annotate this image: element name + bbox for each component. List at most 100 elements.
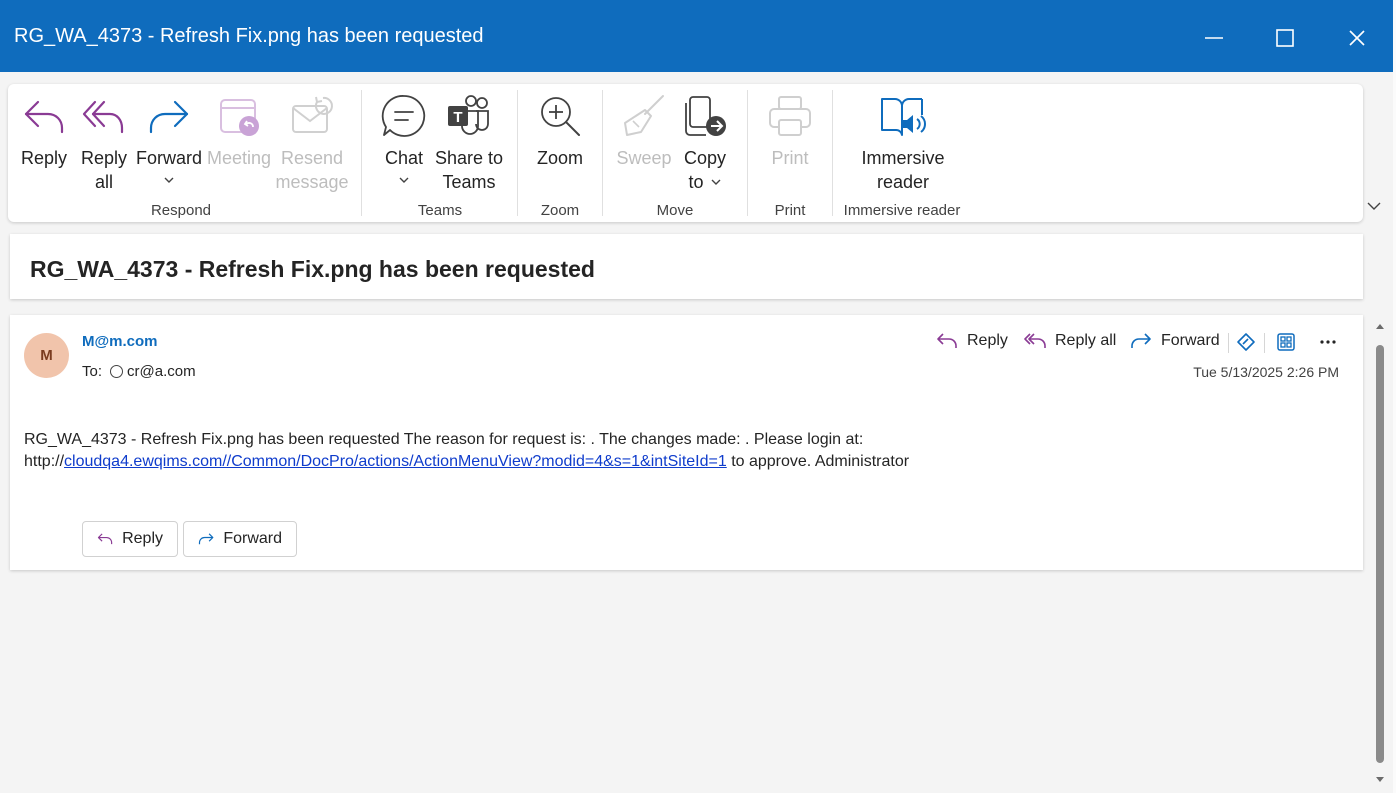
header-reply-all-label: Reply all (1055, 332, 1117, 349)
header-reply-label: Reply (967, 332, 1008, 349)
teams-icon: T (445, 92, 493, 140)
ribbon-expand-chevron-icon[interactable] (1366, 198, 1382, 214)
ribbon-resend-label-1: Resend (280, 148, 344, 168)
group-label-teams: Teams (417, 202, 463, 219)
forward-icon (145, 92, 193, 140)
ribbon-forward-label: Forward (136, 148, 203, 168)
copy-to-folder-icon (681, 92, 729, 140)
zoom-icon (536, 92, 584, 140)
approval-link[interactable]: cloudqa4.ewqims.com//Common/DocPro/actio… (64, 453, 727, 470)
group-label-respond: Respond (150, 202, 212, 219)
recipient-line: To: cr@a.com (82, 363, 196, 380)
ribbon-sweep-button[interactable]: Sweep (616, 92, 672, 170)
meeting-icon (215, 92, 263, 140)
ribbon-copy-label-row: to (688, 170, 721, 194)
ribbon-immersive-label-1: Immersive (861, 148, 945, 168)
chevron-down-icon (399, 177, 409, 183)
apps-button[interactable] (1275, 331, 1297, 353)
recipient-address[interactable]: cr@a.com (127, 363, 196, 380)
ribbon-zoom-button[interactable]: Zoom (534, 92, 586, 170)
header-divider (1264, 333, 1265, 353)
maximize-button[interactable] (1265, 18, 1305, 58)
reply-icon (97, 533, 113, 545)
ribbon-resend-label-2: message (275, 172, 349, 192)
window-title: RG_WA_4373 - Refresh Fix.png has been re… (14, 25, 484, 47)
ribbon-copy-to-button[interactable]: Copy to (680, 92, 730, 194)
ribbon-print-button[interactable]: Print (766, 92, 814, 170)
group-label-immersive-reader: Immersive reader (843, 202, 961, 219)
header-reply-all-button[interactable]: Reply all (1024, 332, 1116, 350)
presence-status-icon (110, 365, 124, 378)
header-divider (1228, 333, 1229, 353)
minimize-icon (1205, 37, 1223, 39)
bottom-forward-label: Forward (223, 530, 282, 547)
reply-icon (937, 333, 957, 348)
scroll-down-arrow-icon[interactable] (1374, 774, 1386, 786)
ribbon-zoom-label: Zoom (536, 148, 583, 168)
sweep-icon (620, 92, 668, 140)
svg-text:T: T (453, 109, 462, 126)
ribbon-chat-label: Chat (384, 148, 424, 168)
ribbon-meeting-label: Meeting (206, 148, 272, 168)
body-text-part1: RG_WA_4373 - Refresh Fix.png has been re… (24, 431, 864, 448)
message-date: Tue 5/13/2025 2:26 PM (1193, 364, 1339, 380)
ribbon-share-to-teams-button[interactable]: T Share to Teams (434, 92, 504, 194)
ribbon-immersive-reader-button[interactable]: Immersive reader (860, 92, 946, 194)
reply-all-icon (1024, 333, 1046, 348)
ribbon-copy-label-1: Copy (683, 148, 727, 168)
chevron-down-icon (711, 179, 720, 185)
title-bar: RG_WA_4373 - Refresh Fix.png has been re… (0, 0, 1393, 72)
message-subject: RG_WA_4373 - Refresh Fix.png has been re… (30, 256, 595, 282)
body-text-part2: to approve. Administrator (726, 453, 910, 470)
avatar[interactable]: M (24, 333, 69, 378)
avatar-initial: M (40, 347, 53, 364)
ribbon-share-label-2: Teams (442, 172, 496, 192)
reply-icon (20, 92, 68, 140)
header-reply-button[interactable]: Reply (936, 332, 1008, 350)
more-icon (1320, 340, 1336, 344)
group-label-print: Print (774, 202, 806, 219)
ribbon-resend-button[interactable]: Resend message (275, 92, 349, 194)
chevron-down-icon (164, 177, 174, 183)
ribbon-reply-all-button[interactable]: Reply all (80, 92, 128, 194)
minimize-button[interactable] (1194, 18, 1234, 58)
ribbon-print-label: Print (771, 148, 809, 168)
header-forward-button[interactable]: Forward (1130, 332, 1220, 350)
subject-card: RG_WA_4373 - Refresh Fix.png has been re… (10, 234, 1363, 299)
ribbon-divider (361, 90, 362, 216)
scroll-up-arrow-icon[interactable] (1374, 320, 1386, 332)
message-body: RG_WA_4373 - Refresh Fix.png has been re… (24, 429, 1344, 473)
bottom-forward-button[interactable]: Forward (183, 521, 297, 557)
to-label: To: (82, 363, 103, 380)
ribbon-divider (832, 90, 833, 216)
bottom-reply-button[interactable]: Reply (82, 521, 178, 557)
body-link-prefix: http:// (24, 453, 65, 470)
maximize-icon (1276, 29, 1294, 47)
printer-icon (766, 92, 814, 140)
group-label-zoom: Zoom (540, 202, 580, 219)
scrollbar-thumb[interactable] (1376, 345, 1384, 763)
loop-icon (1237, 333, 1255, 351)
header-forward-label: Forward (1161, 332, 1220, 349)
ribbon-divider (517, 90, 518, 216)
group-label-move: Move (656, 202, 694, 219)
reply-all-icon (80, 92, 128, 140)
ribbon-reply-all-label-1: Reply (80, 148, 128, 168)
sender-name[interactable]: M@m.com (82, 333, 157, 350)
ribbon-meeting-button[interactable]: Meeting (206, 92, 272, 170)
close-button[interactable] (1337, 18, 1377, 58)
forward-icon (1131, 333, 1151, 348)
ribbon-copy-label-2: to (688, 172, 704, 192)
ribbon-sweep-label: Sweep (616, 148, 672, 168)
more-actions-button[interactable] (1317, 331, 1339, 353)
ribbon-forward-button[interactable]: Forward (136, 92, 202, 192)
ribbon-reply-button[interactable]: Reply (20, 92, 68, 170)
ribbon-divider (747, 90, 748, 216)
ribbon-toolbar: Reply Reply all Forward Meeting Resend m… (8, 84, 1363, 222)
ribbon-chat-button[interactable]: Chat (380, 92, 428, 192)
ribbon-reply-label: Reply (20, 148, 68, 168)
apps-grid-icon (1277, 333, 1295, 351)
ribbon-share-label-1: Share to (434, 148, 504, 168)
loop-component-button[interactable] (1235, 331, 1257, 353)
chat-icon (380, 92, 428, 140)
